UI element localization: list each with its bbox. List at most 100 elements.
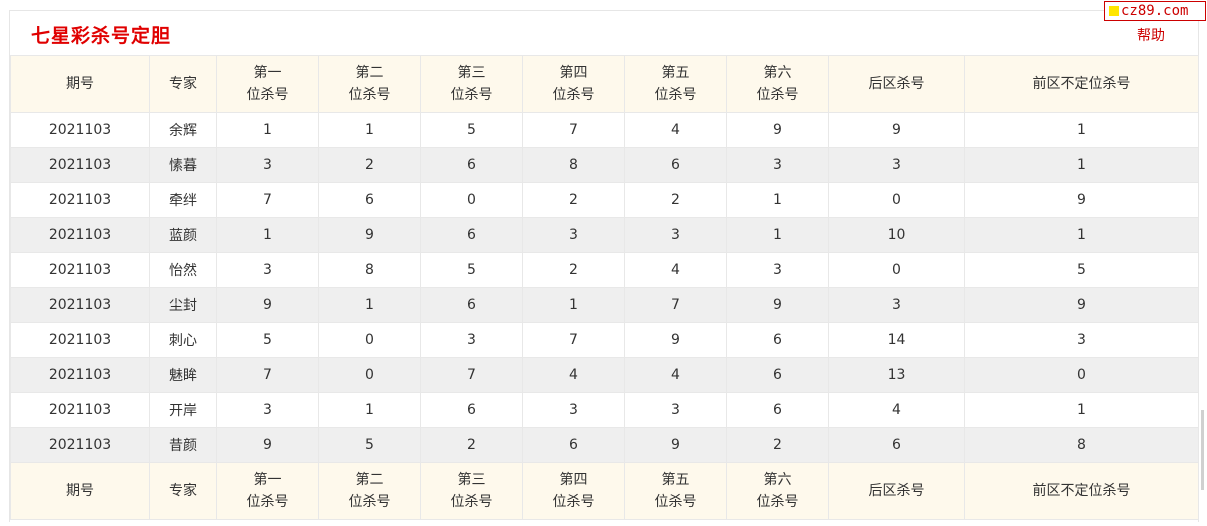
table-cell: 9	[624, 322, 727, 358]
table-cell: 6	[420, 392, 523, 428]
table-cell: 6	[318, 182, 421, 218]
column-label: 第一	[253, 65, 282, 81]
table-cell: 3	[726, 252, 829, 288]
table-cell: 7	[522, 322, 625, 358]
table-cell: 9	[726, 287, 829, 323]
table-cell: 6	[726, 357, 829, 393]
table-cell: 2	[624, 182, 727, 218]
table-cell: 开岸	[149, 392, 217, 428]
column-label: 第六	[763, 472, 792, 488]
table-row: 2021103 开岸 3 1 6 3 3 6 4 1	[10, 392, 1199, 428]
column-label-line2: 位杀号	[348, 87, 391, 103]
table-cell: 5	[420, 252, 523, 288]
header-col-5: 第四 位杀号	[522, 55, 625, 113]
table-cell: 刺心	[149, 322, 217, 358]
logo-square-icon	[1109, 6, 1119, 16]
footer-col-6: 第五 位杀号	[624, 462, 727, 520]
table-cell: 7	[522, 112, 625, 148]
footer-col-4: 第三 位杀号	[420, 462, 523, 520]
table-cell: 4	[522, 357, 625, 393]
table-cell: 3	[828, 147, 965, 183]
table-cell: 魅眸	[149, 357, 217, 393]
footer-col-5: 第四 位杀号	[522, 462, 625, 520]
table-cell: 2	[522, 252, 625, 288]
scrollbar[interactable]	[1201, 410, 1204, 490]
table-row: 2021103 昔颜 9 5 2 6 9 2 6 8	[10, 427, 1199, 463]
site-watermark: cz89.com	[1104, 1, 1206, 21]
table-cell: 2021103	[10, 217, 150, 253]
table-cell: 7	[216, 182, 319, 218]
table-cell: 8	[318, 252, 421, 288]
table-cell: 2021103	[10, 287, 150, 323]
table-cell: 9	[216, 427, 319, 463]
table-cell: 0	[964, 357, 1199, 393]
table-cell: 4	[624, 112, 727, 148]
table-cell: 8	[522, 147, 625, 183]
header-col-3: 第二 位杀号	[318, 55, 421, 113]
table-cell: 余辉	[149, 112, 217, 148]
column-label: 前区不定位杀号	[1032, 76, 1131, 92]
table-row: 2021103 蓝颜 1 9 6 3 3 1 10 1	[10, 217, 1199, 253]
table-cell: 7	[216, 357, 319, 393]
column-label-line2: 位杀号	[348, 494, 391, 510]
table-cell: 6	[726, 392, 829, 428]
table-cell: 愫暮	[149, 147, 217, 183]
table-cell: 5	[318, 427, 421, 463]
table-cell: 6	[726, 322, 829, 358]
table-cell: 9	[726, 112, 829, 148]
column-label-line2: 位杀号	[552, 87, 595, 103]
table-cell: 1	[318, 287, 421, 323]
table-cell: 3	[522, 392, 625, 428]
table-cell: 9	[964, 182, 1199, 218]
column-label: 专家	[169, 483, 197, 499]
table-cell: 2021103	[10, 357, 150, 393]
table-cell: 6	[828, 427, 965, 463]
column-label: 第四	[559, 472, 588, 488]
table-cell: 13	[828, 357, 965, 393]
footer-col-1: 专家	[149, 462, 217, 520]
table-cell: 2021103	[10, 112, 150, 148]
table-body: 2021103 余辉 1 1 5 7 4 9 9 1 2021103 愫暮 3 2 6 8 6 3 3 1 202110…	[10, 112, 1199, 463]
column-label-line2: 位杀号	[756, 87, 799, 103]
column-label: 后区杀号	[868, 483, 925, 499]
column-label: 期号	[66, 483, 94, 499]
column-label: 第四	[559, 65, 588, 81]
table-cell: 9	[318, 217, 421, 253]
header-col-7: 第六 位杀号	[726, 55, 829, 113]
kill-number-table: 期号 专家 第一 位杀号 第二 位杀号 第三 位杀号 第四 位杀号 第五 位杀号 第六 位杀号 后区杀号 前区…	[10, 55, 1199, 520]
table-cell: 0	[420, 182, 523, 218]
column-label: 第一	[253, 472, 282, 488]
table-cell: 2021103	[10, 392, 150, 428]
table-cell: 7	[420, 357, 523, 393]
table-cell: 2021103	[10, 182, 150, 218]
header-col-6: 第五 位杀号	[624, 55, 727, 113]
table-cell: 4	[624, 252, 727, 288]
help-link[interactable]: 帮助	[1137, 25, 1165, 45]
table-cell: 3	[216, 252, 319, 288]
table-cell: 3	[420, 322, 523, 358]
table-cell: 2021103	[10, 427, 150, 463]
table-cell: 1	[964, 147, 1199, 183]
table-cell: 1	[964, 217, 1199, 253]
table-cell: 9	[964, 287, 1199, 323]
table-cell: 怡然	[149, 252, 217, 288]
table-cell: 3	[726, 147, 829, 183]
table-row: 2021103 魅眸 7 0 7 4 4 6 13 0	[10, 357, 1199, 393]
table-cell: 0	[828, 252, 965, 288]
column-label: 第二	[355, 472, 384, 488]
column-label: 第三	[457, 472, 486, 488]
table-cell: 7	[624, 287, 727, 323]
footer-col-7: 第六 位杀号	[726, 462, 829, 520]
table-cell: 3	[216, 147, 319, 183]
column-label-line2: 位杀号	[450, 494, 493, 510]
table-cell: 4	[624, 357, 727, 393]
column-label-line2: 位杀号	[246, 494, 289, 510]
table-cell: 3	[828, 287, 965, 323]
footer-col-0: 期号	[10, 462, 150, 520]
table-row: 2021103 牵绊 7 6 0 2 2 1 0 9	[10, 182, 1199, 218]
table-cell: 1	[726, 217, 829, 253]
table-cell: 0	[318, 357, 421, 393]
column-label: 第六	[763, 65, 792, 81]
table-cell: 1	[522, 287, 625, 323]
table-cell: 8	[964, 427, 1199, 463]
